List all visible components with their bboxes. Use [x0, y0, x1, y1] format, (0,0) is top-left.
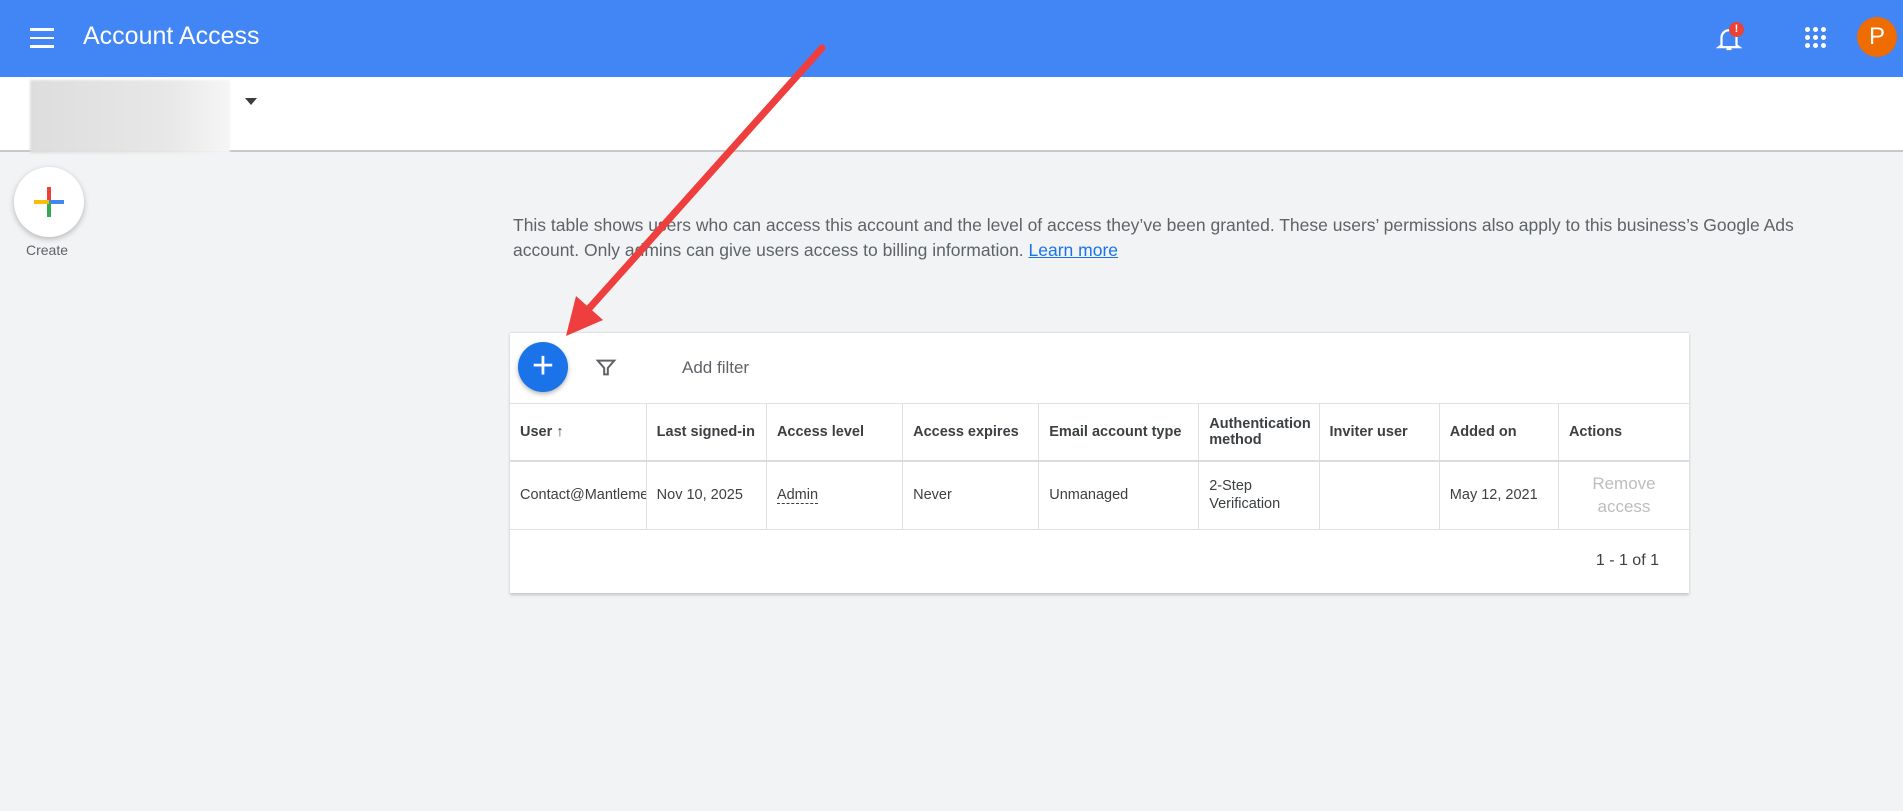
column-added-on[interactable]: Added on: [1439, 403, 1559, 462]
pagination-label: 1 - 1 of 1: [1595, 552, 1659, 569]
account-name-redacted[interactable]: [30, 80, 230, 153]
column-last-signed-in[interactable]: Last signed-in: [646, 403, 767, 462]
description-text: This table shows users who can access th…: [513, 213, 1853, 263]
cell-access-level: Admin: [766, 460, 904, 530]
users-table: User ↑ Last signed-in Access level Acces…: [510, 403, 1689, 530]
account-selector-bar: [0, 77, 1903, 153]
create-button[interactable]: [14, 167, 84, 237]
learn-more-link[interactable]: Learn more: [1029, 240, 1119, 260]
access-level-link[interactable]: Admin: [776, 487, 819, 505]
column-email-account-type[interactable]: Email account type: [1038, 403, 1200, 462]
add-user-button[interactable]: +: [518, 342, 568, 392]
top-app-bar: Account Access ! P: [0, 0, 1903, 77]
filter-icon[interactable]: [595, 357, 617, 379]
column-access-expires[interactable]: Access expires: [902, 403, 1040, 462]
google-plus-icon: [34, 187, 64, 217]
table-row: Contact@Mantlemed Nov 10, 2025 Admin Nev…: [510, 460, 1689, 530]
sort-ascending-icon[interactable]: ↑: [556, 424, 563, 440]
menu-icon[interactable]: [30, 28, 54, 48]
description-body: This table shows users who can access th…: [513, 215, 1794, 260]
table-header-row: User ↑ Last signed-in Access level Acces…: [510, 403, 1689, 462]
cell-last-signed-in: Nov 10, 2025: [646, 460, 767, 530]
column-authentication-method[interactable]: Authentication method: [1198, 403, 1320, 462]
avatar[interactable]: P: [1857, 17, 1897, 57]
page-title: Account Access: [83, 22, 260, 50]
column-inviter-user[interactable]: Inviter user: [1319, 403, 1440, 462]
cell-inviter: [1319, 460, 1440, 530]
account-dropdown-caret-icon[interactable]: [245, 98, 257, 105]
column-actions: Actions: [1558, 403, 1689, 462]
notification-badge: !: [1729, 22, 1744, 37]
add-filter-button[interactable]: Add filter: [682, 358, 749, 378]
cell-added-on: May 12, 2021: [1439, 460, 1559, 530]
cell-email-type: Unmanaged: [1038, 460, 1200, 530]
cell-access-expires: Never: [902, 460, 1040, 530]
cell-user: Contact@Mantlemed: [510, 460, 647, 530]
apps-grid-icon[interactable]: [1805, 27, 1827, 49]
remove-access-button[interactable]: Remove access: [1558, 460, 1689, 530]
column-access-level[interactable]: Access level: [766, 403, 904, 462]
cell-auth-method: 2-Step Verification: [1198, 460, 1320, 530]
users-table-card: + Add filter User ↑ Last signed-in Acces…: [510, 332, 1689, 593]
create-label: Create: [26, 242, 69, 258]
column-user[interactable]: User ↑: [510, 403, 647, 462]
